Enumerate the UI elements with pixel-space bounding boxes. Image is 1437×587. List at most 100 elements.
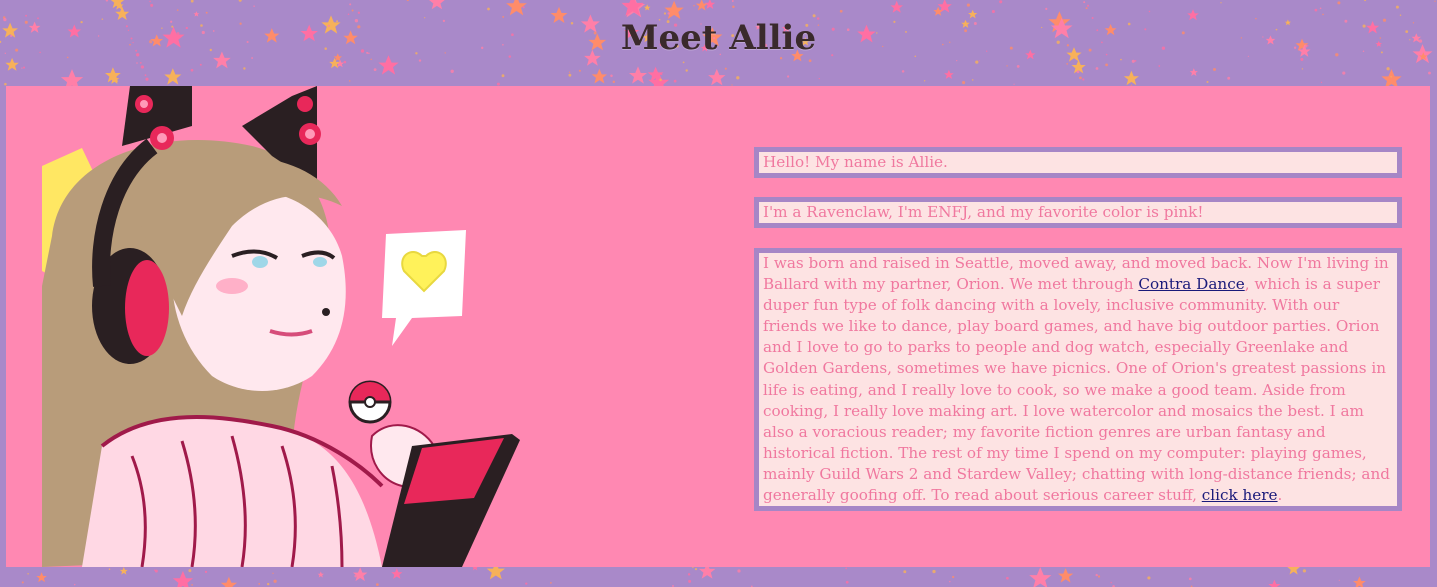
sparkle-dot bbox=[1083, 1, 1086, 4]
sparkle-dot bbox=[1006, 576, 1009, 580]
star-icon bbox=[164, 68, 182, 85]
star-icon bbox=[1058, 568, 1074, 583]
sparkle-dot bbox=[136, 62, 138, 64]
sparkle-dot bbox=[191, 584, 193, 586]
sparkle-dot bbox=[199, 63, 202, 66]
sparkle-dot bbox=[108, 568, 111, 570]
sparkle-dot bbox=[682, 61, 685, 64]
sparkle-dot bbox=[370, 58, 372, 61]
intro-greeting-text: Hello! My name is Allie. bbox=[763, 153, 948, 171]
sparkle-dot bbox=[1320, 81, 1323, 84]
star-icon bbox=[36, 572, 47, 583]
sparkle-dot bbox=[999, 0, 1003, 4]
sparkle-dot bbox=[1016, 64, 1020, 68]
star-icon bbox=[172, 570, 194, 587]
sparkle-dot bbox=[1206, 80, 1209, 84]
sparkle-dot bbox=[238, 0, 242, 2]
sparkle-dot bbox=[975, 60, 979, 64]
sparkle-dot bbox=[418, 59, 422, 62]
sparkle-dot bbox=[1079, 76, 1082, 80]
sparkle-dot bbox=[190, 0, 194, 3]
sparkle-dot bbox=[731, 0, 734, 2]
sparkle-dot bbox=[578, 69, 581, 72]
sparkle-dot bbox=[273, 579, 277, 583]
sparkle-dot bbox=[610, 74, 613, 78]
sparkle-dot bbox=[1314, 8, 1318, 12]
sparkle-dot bbox=[660, 73, 663, 76]
sparkle-dot bbox=[736, 76, 740, 80]
star-icon bbox=[1268, 579, 1281, 587]
sparkle-dot bbox=[343, 60, 347, 64]
sparkle-dot bbox=[901, 70, 905, 73]
star-icon bbox=[193, 11, 200, 17]
sparkle-dot bbox=[1386, 67, 1390, 71]
sparkle-dot bbox=[487, 7, 490, 11]
sparkle-dot bbox=[845, 580, 849, 584]
sparkle-dot bbox=[1006, 65, 1008, 67]
sparkle-dot bbox=[376, 583, 379, 586]
sparkle-dot bbox=[808, 59, 812, 63]
sparkle-dot bbox=[1390, 75, 1393, 78]
page-title: Meet Allie bbox=[620, 18, 817, 58]
intro-facts-box: I'm a Ravenclaw, I'm ENFJ, and my favori… bbox=[754, 197, 1402, 228]
sparkle-dot bbox=[1158, 65, 1161, 67]
sparkle-dot bbox=[258, 582, 261, 585]
sparkle-dot bbox=[1095, 67, 1099, 70]
star-icon bbox=[643, 4, 651, 11]
sparkle-dot bbox=[1148, 10, 1151, 13]
sparkle-dot bbox=[149, 0, 151, 3]
sparkle-dot bbox=[1085, 7, 1088, 10]
sparkle-dot bbox=[693, 4, 695, 7]
sparkle-dot bbox=[1095, 573, 1098, 577]
sparkle-dot bbox=[357, 11, 361, 14]
sparkle-dot bbox=[949, 580, 951, 583]
sparkle-dot bbox=[351, 9, 354, 12]
sparkle-dot bbox=[923, 80, 926, 82]
sparkle-dot bbox=[962, 81, 966, 85]
star-icon bbox=[890, 0, 903, 13]
sparkle-dot bbox=[1434, 0, 1436, 2]
sparkle-dot bbox=[267, 582, 270, 586]
sparkle-dot bbox=[978, 60, 981, 62]
sparkle-dot bbox=[1342, 71, 1346, 75]
sparkle-dot bbox=[732, 5, 735, 8]
star-icon bbox=[944, 69, 954, 79]
sparkle-dot bbox=[956, 59, 958, 62]
bio-text-part2: , which is a super duper fun type of fol… bbox=[763, 275, 1390, 505]
sparkle-dot bbox=[144, 74, 147, 76]
sparkle-dot bbox=[188, 569, 192, 573]
sparkle-dot bbox=[1213, 68, 1216, 71]
sparkle-dot bbox=[737, 569, 741, 573]
star-icon bbox=[5, 57, 19, 71]
sparkle-dot bbox=[786, 75, 790, 78]
sparkle-dot bbox=[139, 62, 142, 64]
sparkle-dot bbox=[272, 572, 274, 574]
sparkle-dot bbox=[145, 77, 149, 81]
sparkle-dot bbox=[1082, 78, 1085, 81]
sparkle-dot bbox=[687, 573, 691, 576]
sparkle-dot bbox=[812, 14, 816, 18]
sparkle-dot bbox=[845, 567, 848, 570]
sparkle-dot bbox=[73, 583, 76, 586]
sparkle-dot bbox=[952, 575, 955, 579]
career-click-here-link[interactable]: click here bbox=[1202, 486, 1278, 504]
sparkle-dot bbox=[205, 11, 208, 14]
contra-dance-link[interactable]: Contra Dance bbox=[1138, 275, 1244, 293]
sparkle-dot bbox=[550, 582, 552, 584]
sparkle-dot bbox=[1301, 68, 1304, 70]
sparkle-dot bbox=[176, 9, 179, 11]
sparkle-dot bbox=[27, 573, 29, 575]
star-icon bbox=[1123, 70, 1139, 86]
sparkle-dot bbox=[501, 74, 505, 78]
sparkle-dot bbox=[818, 77, 820, 80]
sparkle-dot bbox=[1364, 0, 1367, 2]
sparkle-dot bbox=[932, 569, 936, 574]
sparkle-dot bbox=[1045, 7, 1048, 10]
sparkle-dot bbox=[21, 67, 23, 69]
star-icon bbox=[591, 68, 608, 84]
star-icon bbox=[1353, 576, 1366, 587]
sparkle-dot bbox=[1076, 70, 1080, 74]
sparkle-dot bbox=[373, 68, 377, 72]
sparkle-dot bbox=[1188, 577, 1192, 581]
sparkle-dot bbox=[21, 581, 24, 584]
